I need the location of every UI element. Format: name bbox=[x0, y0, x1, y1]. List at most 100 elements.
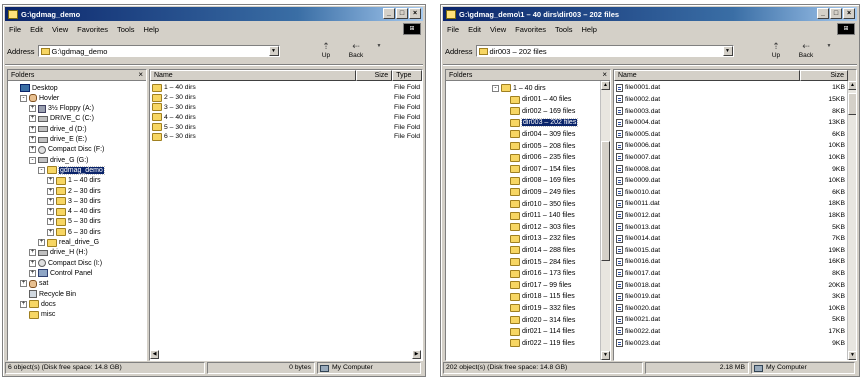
maximize-button[interactable]: □ bbox=[396, 8, 408, 19]
tree-item[interactable]: + sat bbox=[20, 279, 48, 289]
tree-item[interactable]: dir007 – 154 files bbox=[501, 164, 575, 174]
collapse-minus-icon[interactable]: - bbox=[492, 84, 499, 92]
tree-item[interactable]: +1 – 40 dirs bbox=[47, 176, 101, 186]
column-header-size[interactable]: Size bbox=[800, 70, 848, 81]
list-item[interactable]: file0023.dat 9KB bbox=[616, 338, 856, 348]
tree-item[interactable]: dir005 – 208 files bbox=[501, 141, 575, 151]
expand-plus-icon[interactable]: + bbox=[29, 146, 36, 154]
column-header-type[interactable]: Type bbox=[392, 70, 422, 81]
tree-item[interactable]: dir006 – 235 files bbox=[501, 153, 575, 163]
tree-item[interactable]: dir013 – 232 files bbox=[501, 234, 575, 244]
list-item[interactable]: file0011.dat 18KB bbox=[616, 199, 856, 209]
folders-pane[interactable]: Folders × Desktop - Hovler +3½ Floppy (A:) +… bbox=[7, 69, 147, 361]
tree-item[interactable]: + docs bbox=[20, 299, 56, 309]
tree-item[interactable]: dir008 – 169 files bbox=[501, 176, 575, 186]
tree-item[interactable]: +3 – 30 dirs bbox=[47, 196, 101, 206]
title-bar[interactable]: G:\gdmag_demo _ □ × bbox=[5, 7, 423, 21]
tree-item[interactable]: dir015 – 284 files bbox=[501, 257, 575, 267]
menu-tools[interactable]: Tools bbox=[117, 25, 135, 34]
address-dropdown-chevron-down-icon[interactable]: ▼ bbox=[268, 46, 279, 56]
tree-item[interactable]: dir018 – 115 files bbox=[501, 292, 575, 302]
tree-item[interactable]: +3½ Floppy (A:) bbox=[29, 104, 94, 114]
tree-item[interactable]: Recycle Bin bbox=[20, 289, 76, 299]
list-item[interactable]: 4 – 40 dirs File Fold bbox=[152, 112, 422, 122]
up-button[interactable]: ⇡ Up bbox=[313, 41, 339, 63]
tree-item[interactable]: +5 – 30 dirs bbox=[47, 217, 101, 227]
menu-help[interactable]: Help bbox=[144, 25, 159, 34]
tree-item[interactable]: + DRIVE_C (C:) bbox=[29, 114, 94, 124]
tree-item[interactable]: + drive_H (H:) bbox=[29, 248, 88, 258]
back-dropdown-button[interactable]: ▼ bbox=[823, 41, 835, 63]
collapse-minus-icon[interactable]: - bbox=[38, 166, 45, 174]
collapse-minus-icon[interactable]: - bbox=[20, 94, 27, 102]
tree-item[interactable]: dir009 – 249 files bbox=[501, 187, 575, 197]
tree-item[interactable]: + Compact Disc (I:) bbox=[29, 258, 102, 268]
list-item[interactable]: file0020.dat 10KB bbox=[616, 303, 856, 313]
tree-item[interactable]: - Hovler bbox=[20, 93, 59, 103]
menu-edit[interactable]: Edit bbox=[30, 25, 43, 34]
scroll-down-arrow-icon[interactable]: ▼ bbox=[848, 351, 856, 360]
expand-plus-icon[interactable]: + bbox=[47, 208, 54, 216]
file-list-pane[interactable]: Name Size Type ◀ ▶ 1 – 40 dirs File Fold 2… bbox=[149, 69, 423, 361]
file-list-pane[interactable]: Name Size ▲ ▼ file0001.dat 1KB file0002.da… bbox=[613, 69, 857, 361]
close-pane-icon[interactable]: × bbox=[138, 70, 143, 80]
tree-item[interactable]: + Compact Disc (F:) bbox=[29, 145, 104, 155]
list-item[interactable]: file0003.dat 8KB bbox=[616, 106, 856, 116]
folders-vertical-scrollbar[interactable]: ▲ ▼ bbox=[600, 81, 610, 360]
list-item[interactable]: file0016.dat 16KB bbox=[616, 257, 856, 267]
expand-plus-icon[interactable]: + bbox=[29, 115, 36, 123]
list-item[interactable]: file0001.dat 1KB bbox=[616, 83, 856, 93]
list-item[interactable]: file0017.dat 8KB bbox=[616, 269, 856, 279]
maximize-button[interactable]: □ bbox=[830, 8, 842, 19]
tree-item[interactable]: - gdmag_demo bbox=[38, 165, 105, 175]
menu-tools[interactable]: Tools bbox=[555, 25, 573, 34]
expand-plus-icon[interactable]: + bbox=[38, 239, 45, 246]
list-item[interactable]: 3 – 30 dirs File Fold bbox=[152, 103, 422, 113]
scroll-left-arrow-icon[interactable]: ◀ bbox=[150, 350, 159, 359]
column-header-size[interactable]: Size bbox=[356, 70, 393, 81]
list-item[interactable]: file0006.dat 10KB bbox=[616, 141, 856, 151]
expand-plus-icon[interactable]: + bbox=[29, 269, 36, 277]
folders-pane[interactable]: Folders × ▲ ▼ - 1 – 40 dirs dir001 – 40 fi… bbox=[445, 69, 611, 361]
expand-plus-icon[interactable]: + bbox=[29, 125, 36, 133]
scroll-up-arrow-icon[interactable]: ▲ bbox=[601, 81, 610, 90]
tree-item[interactable]: dir001 – 40 files bbox=[501, 95, 571, 105]
close-pane-icon[interactable]: × bbox=[602, 70, 607, 80]
tree-item[interactable]: misc bbox=[20, 310, 55, 320]
tree-item[interactable]: +2 – 30 dirs bbox=[47, 186, 101, 196]
list-item[interactable]: 1 – 40 dirs File Fold bbox=[152, 83, 422, 93]
list-item[interactable]: file0012.dat 18KB bbox=[616, 211, 856, 221]
column-header-name[interactable]: Name bbox=[614, 70, 800, 81]
list-item[interactable]: file0009.dat 10KB bbox=[616, 176, 856, 186]
list-item[interactable]: 2 – 30 dirs File Fold bbox=[152, 93, 422, 103]
list-item[interactable]: file0002.dat 15KB bbox=[616, 95, 856, 105]
up-button[interactable]: ⇡ Up bbox=[763, 41, 789, 63]
scroll-down-arrow-icon[interactable]: ▼ bbox=[601, 351, 610, 360]
menu-favorites[interactable]: Favorites bbox=[515, 25, 546, 34]
expand-plus-icon[interactable]: + bbox=[29, 105, 36, 113]
tree-item[interactable]: dir021 – 114 files bbox=[501, 327, 575, 337]
list-item[interactable]: file0008.dat 9KB bbox=[616, 164, 856, 174]
tree-item[interactable]: + drive_E (E:) bbox=[29, 135, 87, 145]
tree-item[interactable]: dir016 – 173 files bbox=[501, 269, 575, 279]
explorer-window-gdmag-demo[interactable]: G:\gdmag_demo _ □ × File Edit View Favor… bbox=[2, 4, 426, 377]
address-dropdown-chevron-down-icon[interactable]: ▼ bbox=[722, 46, 733, 56]
list-item[interactable]: file0015.dat 19KB bbox=[616, 245, 856, 255]
back-dropdown-button[interactable]: ▼ bbox=[373, 41, 385, 63]
collapse-minus-icon[interactable]: - bbox=[29, 156, 36, 164]
expand-plus-icon[interactable]: + bbox=[47, 187, 54, 195]
address-input[interactable]: dir003 – 202 files ▼ bbox=[475, 45, 734, 57]
expand-plus-icon[interactable]: + bbox=[47, 218, 54, 226]
close-button[interactable]: × bbox=[843, 8, 855, 19]
tree-item[interactable]: +4 – 40 dirs bbox=[47, 207, 101, 217]
scrollbar-thumb[interactable] bbox=[601, 141, 610, 261]
tree-item[interactable]: - 1 – 40 dirs bbox=[492, 83, 546, 93]
expand-plus-icon[interactable]: + bbox=[47, 197, 54, 205]
tree-item[interactable]: dir004 – 309 files bbox=[501, 129, 575, 139]
menu-help[interactable]: Help bbox=[582, 25, 597, 34]
tree-item[interactable]: + Control Panel bbox=[29, 268, 92, 278]
tree-item[interactable]: dir012 – 303 files bbox=[501, 222, 575, 232]
tree-item[interactable]: dir010 – 350 files bbox=[501, 199, 575, 209]
tree-item[interactable]: +6 – 30 dirs bbox=[47, 227, 101, 237]
menu-favorites[interactable]: Favorites bbox=[77, 25, 108, 34]
